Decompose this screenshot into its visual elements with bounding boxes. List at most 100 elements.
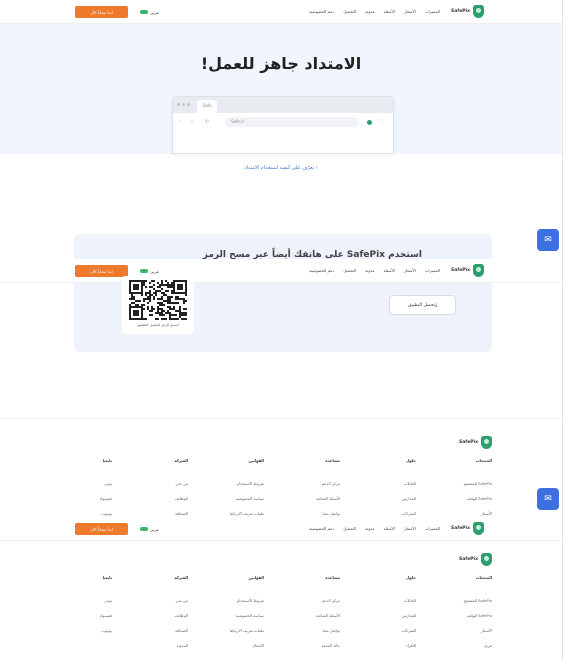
footer-link[interactable]: تواصل معنا [264, 628, 340, 643]
footer-link[interactable]: الوظائف [112, 496, 188, 511]
shield-icon [473, 264, 484, 277]
footer: SafePix المنتجات SafePix للمتصفح SafePix ل… [0, 428, 562, 531]
brand-logo[interactable]: SafePix [451, 5, 484, 18]
footer-link[interactable]: الأسئلة الشائعة [264, 613, 340, 628]
footer-link[interactable]: SafePix للهاتف [416, 613, 492, 628]
footer-link[interactable]: فيسبوك [36, 613, 112, 628]
footer-link[interactable]: من نحن [112, 598, 188, 613]
footer-column-heading: حلول [406, 458, 416, 463]
footer-link[interactable]: تويتر [36, 481, 112, 496]
toggle-switch[interactable] [140, 527, 148, 531]
footer-column-heading: القوانين [248, 575, 264, 580]
footer-link[interactable]: المدونة [112, 643, 188, 658]
chat-button[interactable]: ✉ [537, 229, 559, 251]
nav-link[interactable]: الأسعار [404, 9, 416, 14]
nav-link[interactable]: المميزات [425, 268, 440, 273]
footer-link[interactable]: سياسة الخصوصية [188, 496, 264, 511]
nav-link[interactable]: الأسعار [404, 526, 416, 531]
footer-link[interactable]: مركز الدعم [264, 598, 340, 613]
nav-link[interactable]: مدونة [365, 9, 374, 14]
learn-more-link[interactable]: ‹ تعرّف على كيفية استخدام الامتداد [0, 165, 562, 171]
language-toggle[interactable]: عربي [140, 268, 164, 274]
cta-button[interactable]: ابدأ مجاناً الآن [75, 265, 128, 277]
brand-logo[interactable]: SafePix [451, 522, 484, 535]
address-bar: Safe:// [225, 117, 359, 127]
footer-link[interactable]: الصحافة [112, 628, 188, 643]
footer-link[interactable]: يوتيوب [36, 628, 112, 643]
toggle-switch[interactable] [140, 269, 148, 273]
footer-link[interactable]: SafePix للمتصفح [416, 598, 492, 613]
arrow-icon: ‹ [314, 165, 318, 171]
nav-link[interactable]: دعم الخصوصية [309, 526, 334, 531]
nav-link[interactable]: المميزات [425, 526, 440, 531]
toggle-switch[interactable] [140, 10, 148, 14]
toggle-label: عربي [150, 268, 160, 274]
footer-link[interactable]: الوظائف [112, 613, 188, 628]
nav-link[interactable]: الأسئلة [384, 526, 395, 531]
footer-link[interactable]: شروط الاستخدام [188, 481, 264, 496]
footer-link[interactable]: للعائلات [340, 481, 416, 496]
qr-caption: امسح الرمز لتحميل التطبيق [137, 323, 179, 327]
footer-link[interactable]: للأفراد [340, 643, 416, 658]
browser-mockup: Safe ‹ › ↻ Safe:// ⋮ [172, 96, 394, 154]
footer-link[interactable]: شروط الاستخدام [188, 598, 264, 613]
nav-link[interactable]: الأسئلة [384, 9, 395, 14]
nav-link[interactable]: دعم الخصوصية [309, 268, 334, 273]
nav-links: المميزات الأسعار الأسئلة مدونة التحميل د… [309, 526, 440, 531]
footer-column: تابعنا تويتر فيسبوك يوتيوب [36, 575, 112, 658]
sticky-navbar: SafePix المميزات الأسعار الأسئلة مدونة ا… [0, 259, 562, 283]
toggle-label: عربي [150, 526, 160, 532]
footer-column-heading: تابعنا [102, 575, 112, 580]
footer-link[interactable]: الامتثال [188, 643, 264, 658]
footer-column: مساعدة مركز الدعم الأسئلة الشائعة تواصل معن… [264, 575, 340, 658]
footer-link[interactable]: من نحن [112, 481, 188, 496]
shield-icon [481, 436, 492, 449]
nav-link[interactable]: مدونة [365, 268, 374, 273]
nav-link[interactable]: التحميل [343, 526, 356, 531]
nav-link[interactable]: التحميل [343, 9, 356, 14]
browser-toolbar: ‹ › ↻ Safe:// ⋮ [173, 115, 393, 129]
footer-link[interactable]: الأسئلة الشائعة [264, 496, 340, 511]
footer-column-heading: الشركة [174, 575, 188, 580]
extension-icon [367, 120, 372, 125]
footer-link[interactable]: مركز الدعم [264, 481, 340, 496]
nav-link[interactable]: مدونة [365, 526, 374, 531]
cta-button[interactable]: ابدأ مجاناً الآن [75, 6, 128, 18]
footer-logo[interactable]: SafePix [459, 553, 492, 566]
footer-column: حلول للعائلاتللمدارسللشركاتللأفراد [340, 575, 416, 658]
window-controls [177, 103, 190, 106]
footer-link[interactable]: فيسبوك [36, 496, 112, 511]
footer-logo[interactable]: SafePix [459, 436, 492, 449]
chat-button[interactable]: ✉ [537, 488, 559, 510]
footer-link[interactable]: للشركات [340, 628, 416, 643]
language-toggle[interactable]: عربي [140, 9, 164, 15]
footer-link[interactable]: تنزيل [416, 643, 492, 658]
cta-button[interactable]: ابدأ مجاناً الآن [75, 523, 128, 535]
footer-link[interactable]: للمدارس [340, 496, 416, 511]
nav-link[interactable]: الأسعار [404, 268, 416, 273]
footer-link[interactable]: للمدارس [340, 613, 416, 628]
scrollbar-edge [562, 0, 572, 660]
top-navbar: SafePix المميزات الأسعار الأسئلة مدونة ا… [0, 0, 562, 24]
install-app-button[interactable]: ⤓ تحميل التطبيق [389, 295, 456, 315]
footer-link[interactable]: ملفات تعريف الارتباط [188, 628, 264, 643]
nav-link[interactable]: دعم الخصوصية [309, 9, 334, 14]
language-toggle[interactable]: عربي [140, 526, 164, 532]
footer-link[interactable]: للعائلات [340, 598, 416, 613]
footer-link[interactable]: تويتر [36, 598, 112, 613]
chat-icon: ✉ [544, 235, 552, 245]
nav-link[interactable]: التحميل [343, 268, 356, 273]
nav-link[interactable]: المميزات [425, 9, 440, 14]
footer-link[interactable]: سياسة الخصوصية [188, 613, 264, 628]
hero-title: الامتداد جاهز للعمل! [200, 54, 362, 73]
footer-link[interactable]: الأسعار [416, 628, 492, 643]
footer-column-heading: القوانين [248, 458, 264, 463]
qr-code [129, 280, 187, 320]
footer: SafePix المنتجات SafePix للمتصفح SafePix ل… [0, 545, 562, 660]
footer-link[interactable]: حالة الخدمة [264, 643, 340, 658]
footer-link[interactable]: SafePix للهاتف [416, 496, 492, 511]
nav-link[interactable]: الأسئلة [384, 268, 395, 273]
footer-link[interactable]: SafePix للمتصفح [416, 481, 492, 496]
sticky-navbar: SafePix المميزات الأسعار الأسئلة مدونة ا… [0, 517, 562, 541]
brand-logo[interactable]: SafePix [451, 264, 484, 277]
